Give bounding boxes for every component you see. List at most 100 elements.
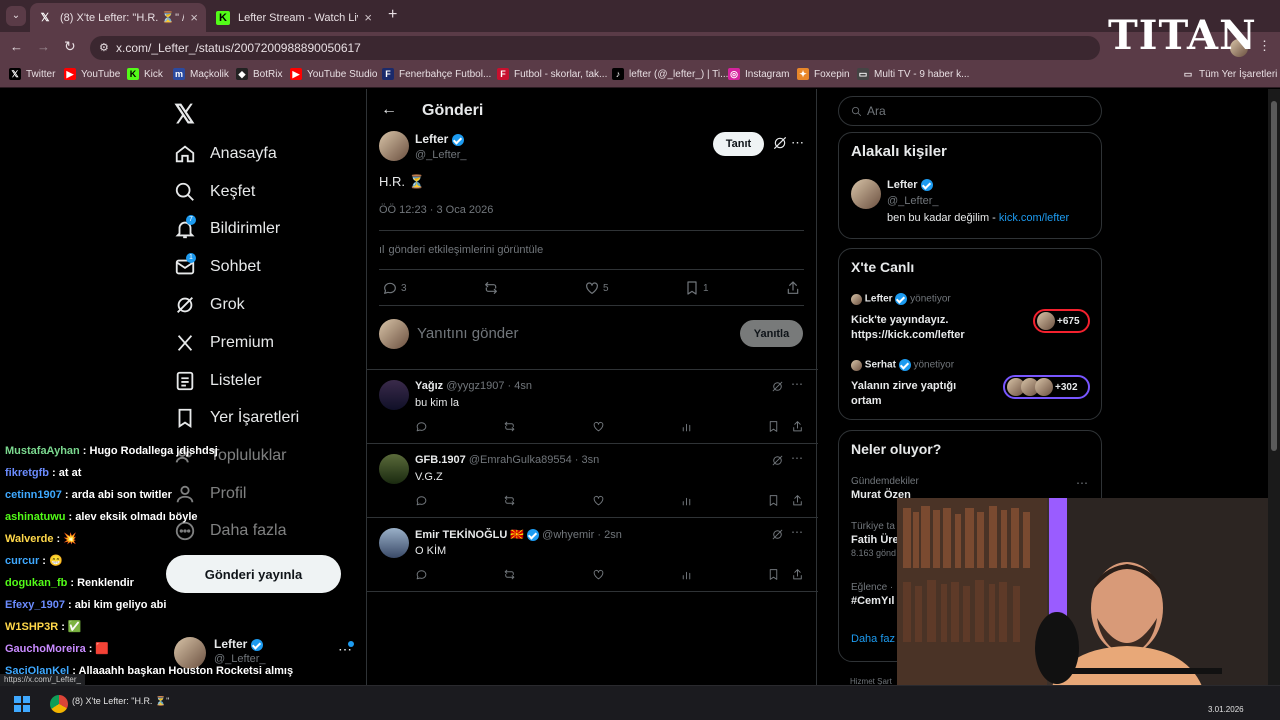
author-handle[interactable]: @_Lefter_ <box>415 149 467 161</box>
chrome-taskbar-icon[interactable] <box>50 695 68 713</box>
windows-start-icon[interactable] <box>14 696 30 712</box>
new-tab-button[interactable]: + <box>388 6 397 24</box>
reply-time[interactable]: 3sn <box>582 454 600 466</box>
bookmark-icon[interactable] <box>767 568 780 581</box>
nav-item-notifications[interactable]: 7 Bildirimler <box>174 215 280 240</box>
heart-icon[interactable] <box>592 568 605 581</box>
live-listeners-pill[interactable]: +302 <box>1003 375 1090 399</box>
reply-item[interactable]: GFB.1907 @EmrahGulka89554 · 3sn V.G.Z ⋯ <box>367 444 818 518</box>
share-icon[interactable] <box>791 494 804 507</box>
more-icon[interactable]: ⋯ <box>1076 476 1088 490</box>
repost-action[interactable] <box>483 280 499 296</box>
bookmark-multitv[interactable]: ▭ Multi TV - 9 haber k... <box>857 68 969 80</box>
nav-item-bookmarks[interactable]: Yer İşaretleri <box>174 407 299 429</box>
nav-item-grok[interactable]: Grok <box>174 294 245 316</box>
reply-icon[interactable] <box>415 494 428 507</box>
share-icon[interactable] <box>791 420 804 433</box>
tab-list-button[interactable]: ⌄ <box>6 6 26 26</box>
nav-item-explore[interactable]: Keşfet <box>174 181 255 203</box>
nav-item-home[interactable]: Anasayfa <box>174 143 277 165</box>
subscribe-button[interactable]: Tanıt <box>713 132 764 156</box>
show-more-link[interactable]: Daha faz <box>851 633 895 645</box>
author-name[interactable]: Lefter <box>415 132 448 146</box>
bookmark-fenerbahce[interactable]: F Fenerbahçe Futbol... <box>382 68 491 80</box>
nav-item-premium[interactable]: Premium <box>174 332 274 354</box>
reply-icon[interactable] <box>415 420 428 433</box>
repost-icon[interactable] <box>503 568 516 581</box>
bookmark-youtube[interactable]: ▶ YouTube <box>64 68 120 80</box>
browser-tab-x[interactable]: 𝕏 (8) X'te Lefter: "H.R. ⏳" / X × <box>30 3 206 32</box>
tab-close-icon[interactable]: × <box>190 10 198 25</box>
analytics-icon[interactable] <box>680 568 693 581</box>
bookmark-tiktok[interactable]: ♪ lefter (@_lefter_) | Ti... <box>612 68 728 80</box>
live-item[interactable]: Serhat yönetiyor Yalanın zirve yaptığı o… <box>851 359 1091 415</box>
post-timestamp[interactable]: ÖÖ 12:23 · 3 Oca 2026 <box>379 204 493 216</box>
reply-author[interactable]: Emir TEKİNOĞLU 🇲🇰 <box>415 529 524 541</box>
view-interactions-link[interactable]: ıl gönderi etkileşimlerini görüntüle <box>379 244 543 256</box>
footer-link[interactable]: Hizmet Şart <box>850 677 892 685</box>
scrollbar[interactable] <box>1268 89 1280 685</box>
back-arrow-icon[interactable]: ← <box>381 101 397 119</box>
reply-item[interactable]: Yağız @yygz1907 · 4sn bu kim la ⋯ <box>367 370 818 444</box>
scrollbar-thumb[interactable] <box>1271 101 1277 451</box>
more-icon[interactable]: ⋯ <box>791 451 803 465</box>
reply-time[interactable]: 4sn <box>514 380 532 392</box>
bookmark-foxepin[interactable]: ✦ Foxepin <box>797 68 850 80</box>
more-icon[interactable]: ⋯ <box>791 525 803 539</box>
bookmark-futbol-skorlar[interactable]: F Futbol - skorlar, tak... <box>497 68 607 80</box>
bookmark-twitter[interactable]: 𝕏 Twitter <box>9 68 55 80</box>
bookmark-instagram[interactable]: ◎ Instagram <box>728 68 789 80</box>
grok-icon[interactable] <box>771 380 784 393</box>
tab-close-icon[interactable]: × <box>364 10 372 25</box>
related-name[interactable]: Lefter <box>887 179 918 191</box>
taskbar-window-button[interactable]: (8) X'te Lefter: "H.R. ⏳" <box>72 696 169 707</box>
bookmark-youtube-studio[interactable]: ▶ YouTube Studio <box>290 68 377 80</box>
bookmark-mackolik[interactable]: m Maçkolik <box>173 68 229 80</box>
browser-tab-kick[interactable]: K Lefter Stream - Watch Live on Kick × <box>208 3 380 32</box>
reply-item[interactable]: Emir TEKİNOĞLU 🇲🇰 @whyemir · 2sn O KİM ⋯ <box>367 518 818 592</box>
avatar[interactable] <box>851 179 881 209</box>
more-icon[interactable]: ⋯ <box>791 135 804 151</box>
reply-handle[interactable]: @EmrahGulka89554 <box>469 454 572 466</box>
share-icon[interactable] <box>791 568 804 581</box>
nav-item-messages[interactable]: 1 Sohbet <box>174 253 261 278</box>
more-icon[interactable]: ⋯ <box>791 377 803 391</box>
bookmark-botrix[interactable]: ◆ BotRix <box>236 68 282 80</box>
x-logo-icon[interactable]: 𝕏 <box>174 99 195 130</box>
analytics-icon[interactable] <box>680 420 693 433</box>
like-action[interactable]: 5 <box>584 280 609 296</box>
reply-handle[interactable]: @whyemir <box>542 529 594 541</box>
repost-icon[interactable] <box>503 494 516 507</box>
live-listeners-pill[interactable]: +675 <box>1033 309 1090 333</box>
related-link[interactable]: kick.com/lefter <box>999 212 1069 224</box>
bookmark-icon[interactable] <box>767 494 780 507</box>
reply-icon[interactable] <box>415 568 428 581</box>
reply-author[interactable]: Yağız <box>415 380 443 392</box>
reply-input[interactable]: Yanıtını gönder <box>417 325 677 345</box>
reply-button[interactable]: Yanıtla <box>740 320 803 347</box>
heart-icon[interactable] <box>592 494 605 507</box>
nav-item-lists[interactable]: Listeler <box>174 370 262 392</box>
bookmark-icon[interactable] <box>767 420 780 433</box>
repost-icon[interactable] <box>503 420 516 433</box>
bookmark-action[interactable]: 1 <box>684 280 709 296</box>
address-bar[interactable]: ⚙ x.com/_Lefter_/status/2007200988890050… <box>90 36 1100 60</box>
bookmark-kick[interactable]: K Kick <box>127 68 163 80</box>
analytics-icon[interactable] <box>680 494 693 507</box>
reply-action[interactable]: 3 <box>382 280 407 296</box>
grok-icon[interactable] <box>772 135 788 151</box>
share-action[interactable] <box>785 280 801 296</box>
reply-handle[interactable]: @yygz1907 <box>446 380 504 392</box>
site-info-icon[interactable]: ⚙ <box>99 41 109 54</box>
live-item[interactable]: Lefter yönetiyor Kick'te yayındayız. htt… <box>851 293 1091 349</box>
reply-time[interactable]: 2sn <box>604 529 622 541</box>
bookmark-all-folder[interactable]: ▭ Tüm Yer İşaretleri <box>1182 68 1278 80</box>
grok-icon[interactable] <box>771 528 784 541</box>
back-icon[interactable]: ← <box>10 39 23 54</box>
grok-icon[interactable] <box>771 454 784 467</box>
heart-icon[interactable] <box>592 420 605 433</box>
author-avatar[interactable] <box>379 131 409 161</box>
forward-icon[interactable]: → <box>37 39 50 54</box>
menu-icon[interactable]: ⋮ <box>1258 38 1271 54</box>
reload-icon[interactable]: ↻ <box>64 38 76 55</box>
